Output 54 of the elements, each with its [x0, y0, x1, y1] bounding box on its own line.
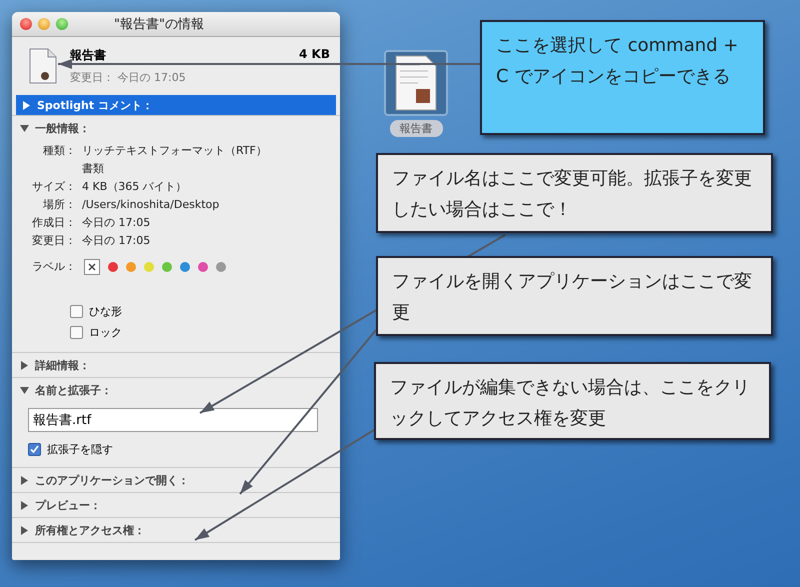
callout-note: ここを選択して command + C でアイコンをコピーできる [480, 20, 765, 135]
info-label: 場所： [42, 197, 76, 213]
modified-date: 変更日： 今日の 17:05 [70, 70, 187, 85]
checkbox-label: 拡張子を隠す [47, 442, 113, 457]
file-size: 4 KB [299, 47, 330, 63]
disclosure-triangle-icon[interactable] [22, 100, 31, 110]
disclosure-triangle-icon[interactable] [20, 500, 29, 510]
document-icon[interactable] [384, 50, 448, 116]
section-header[interactable]: 名前と拡張子： [12, 378, 340, 402]
info-label: ラベル： [31, 259, 76, 275]
checkbox[interactable] [70, 305, 83, 318]
info-value: 今日の 17:05 [82, 233, 152, 249]
info-value: リッチテキストフォーマット（RTF）書類 [82, 143, 268, 177]
info-value: 今日の 17:05 [82, 215, 152, 231]
callout-note: ファイルが編集できない場合は、ここをクリックしてアクセス権を変更 [374, 362, 771, 440]
callout-note: ファイル名はここで変更可能。拡張子を変更したい場合はここで！ [376, 153, 773, 233]
no-label-button[interactable] [84, 259, 100, 275]
disclosure-triangle-icon[interactable] [20, 476, 29, 484]
section-header[interactable]: 所有権とアクセス権： [12, 518, 340, 542]
label-color-dot[interactable] [198, 262, 208, 272]
section-header[interactable]: 詳細情報： [12, 353, 340, 377]
info-value: /Users/kinoshita/Desktop [82, 197, 220, 213]
label-color-dot[interactable] [126, 262, 136, 272]
checkbox[interactable] [28, 443, 41, 456]
document-icon[interactable] [28, 48, 58, 84]
checkbox[interactable] [70, 326, 83, 339]
zoom-button[interactable] [56, 18, 68, 30]
section-header[interactable]: このアプリケーションで開く： [12, 468, 340, 492]
disclosure-triangle-icon[interactable] [20, 526, 29, 534]
info-label: サイズ： [31, 179, 76, 195]
disclosure-triangle-icon[interactable] [20, 124, 29, 132]
disclosure-triangle-icon[interactable] [20, 386, 29, 394]
info-value: 4 KB（365 バイト） [82, 179, 188, 195]
close-icon [88, 263, 96, 271]
checkbox-label: ひな形 [89, 304, 122, 319]
file-name: 報告書 [70, 47, 106, 64]
disclosure-triangle-icon[interactable] [20, 360, 29, 370]
close-button[interactable] [20, 18, 32, 30]
window-title: "報告書"の情報 [114, 16, 204, 33]
checkbox-label: ロック [89, 325, 122, 340]
label-color-dot[interactable] [216, 262, 226, 272]
callout-note: ファイルを開くアプリケーションはここで変更 [376, 256, 773, 336]
icon-label: 報告書 [390, 120, 442, 137]
file-name-field[interactable]: 報告書.rtf [28, 408, 318, 432]
label-color-dot[interactable] [180, 262, 190, 272]
label-color-dot[interactable] [162, 262, 172, 272]
info-label: 作成日： [31, 215, 76, 231]
label-color-dot[interactable] [108, 262, 118, 272]
info-label: 変更日： [31, 233, 76, 249]
info-label: 種類： [42, 143, 76, 159]
section-header[interactable]: Spotlight コメント： [16, 95, 336, 115]
section-header[interactable]: 一般情報： [12, 116, 340, 140]
label-color-dot[interactable] [144, 262, 154, 272]
section-header[interactable]: プレビュー： [12, 493, 340, 517]
